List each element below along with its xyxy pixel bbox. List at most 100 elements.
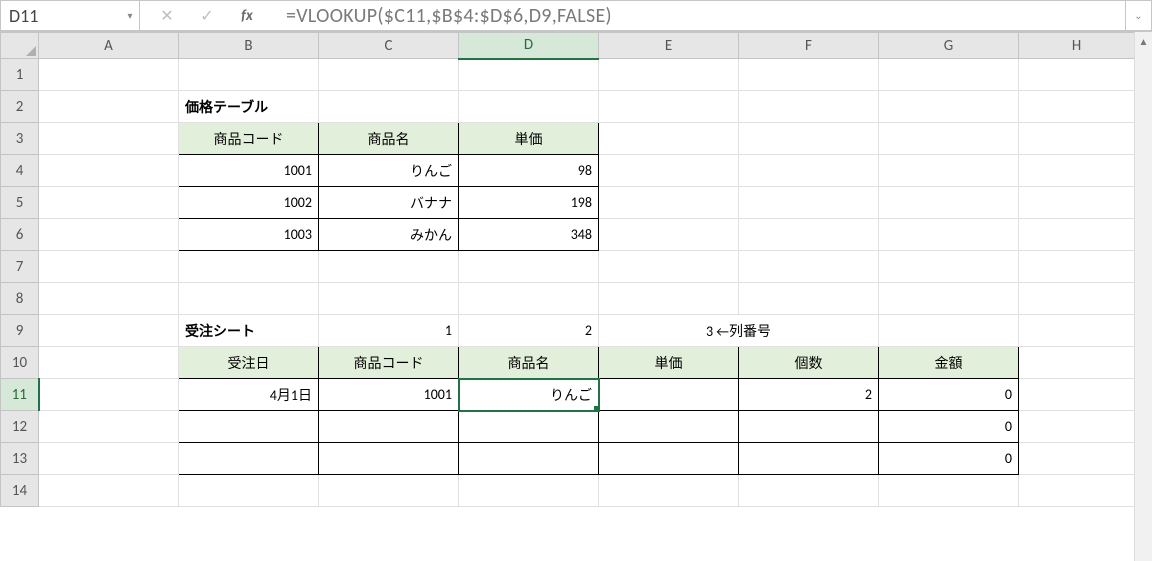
- cell-F4[interactable]: [739, 155, 879, 187]
- cell-D7[interactable]: [459, 251, 599, 283]
- cell-B13[interactable]: [179, 443, 319, 475]
- row-header-5[interactable]: 5: [1, 187, 39, 219]
- cell-B2[interactable]: 価格テーブル: [179, 91, 319, 123]
- cell-B9[interactable]: 受注シート: [179, 315, 319, 347]
- cell-E2[interactable]: [599, 91, 739, 123]
- cell-E12[interactable]: [599, 411, 739, 443]
- cell-H2[interactable]: [1019, 91, 1135, 123]
- cell-H10[interactable]: [1019, 347, 1135, 379]
- cell-D10[interactable]: 商品名: [459, 347, 599, 379]
- cell-E10[interactable]: 単価: [599, 347, 739, 379]
- cell-H11[interactable]: [1019, 379, 1135, 411]
- cell-D2[interactable]: [459, 91, 599, 123]
- cell-B1[interactable]: [179, 59, 319, 91]
- cell-E6[interactable]: [599, 219, 739, 251]
- spreadsheet-grid[interactable]: A B C D E F G H 1 2 価格テーブル 3 商品コード 商品名: [0, 32, 1152, 507]
- cell-D12[interactable]: [459, 411, 599, 443]
- cell-A5[interactable]: [39, 187, 179, 219]
- cell-B3[interactable]: 商品コード: [179, 123, 319, 155]
- cell-D11[interactable]: りんご: [459, 379, 599, 411]
- cell-A1[interactable]: [39, 59, 179, 91]
- cell-G14[interactable]: [879, 475, 1019, 507]
- cell-H14[interactable]: [1019, 475, 1135, 507]
- cell-C4[interactable]: りんご: [319, 155, 459, 187]
- cell-B5[interactable]: 1002: [179, 187, 319, 219]
- cancel-icon[interactable]: ✕: [158, 7, 176, 25]
- cell-A12[interactable]: [39, 411, 179, 443]
- cell-A2[interactable]: [39, 91, 179, 123]
- cell-C9[interactable]: 1: [319, 315, 459, 347]
- cell-F12[interactable]: [739, 411, 879, 443]
- row-header-12[interactable]: 12: [1, 411, 39, 443]
- cell-A9[interactable]: [39, 315, 179, 347]
- cell-A8[interactable]: [39, 283, 179, 315]
- cell-G11[interactable]: 0: [879, 379, 1019, 411]
- cell-C6[interactable]: みかん: [319, 219, 459, 251]
- cell-B8[interactable]: [179, 283, 319, 315]
- cell-D9[interactable]: 2: [459, 315, 599, 347]
- cell-E13[interactable]: [599, 443, 739, 475]
- cell-F5[interactable]: [739, 187, 879, 219]
- cell-D13[interactable]: [459, 443, 599, 475]
- cell-B6[interactable]: 1003: [179, 219, 319, 251]
- cell-E9[interactable]: 3 ←列番号: [599, 315, 879, 347]
- cell-C14[interactable]: [319, 475, 459, 507]
- cell-H3[interactable]: [1019, 123, 1135, 155]
- cell-E14[interactable]: [599, 475, 739, 507]
- scroll-up-icon[interactable]: ▲: [1135, 32, 1152, 50]
- cell-D1[interactable]: [459, 59, 599, 91]
- cell-G4[interactable]: [879, 155, 1019, 187]
- cell-H7[interactable]: [1019, 251, 1135, 283]
- col-header-C[interactable]: C: [319, 33, 459, 59]
- row-header-10[interactable]: 10: [1, 347, 39, 379]
- col-header-A[interactable]: A: [39, 33, 179, 59]
- cell-A14[interactable]: [39, 475, 179, 507]
- cell-F1[interactable]: [739, 59, 879, 91]
- cell-F3[interactable]: [739, 123, 879, 155]
- cell-C3[interactable]: 商品名: [319, 123, 459, 155]
- enter-icon[interactable]: ✓: [198, 7, 216, 25]
- col-header-D[interactable]: D: [459, 33, 599, 59]
- cell-H4[interactable]: [1019, 155, 1135, 187]
- cell-A10[interactable]: [39, 347, 179, 379]
- name-box[interactable]: D11 ▾: [0, 0, 140, 31]
- cell-A11[interactable]: [39, 379, 179, 411]
- cell-D6[interactable]: 348: [459, 219, 599, 251]
- cell-H9[interactable]: [1019, 315, 1135, 347]
- formula-bar-expand-icon[interactable]: ⌄: [1126, 0, 1152, 31]
- col-header-F[interactable]: F: [739, 33, 879, 59]
- cell-F14[interactable]: [739, 475, 879, 507]
- cell-H13[interactable]: [1019, 443, 1135, 475]
- cell-C1[interactable]: [319, 59, 459, 91]
- cell-E1[interactable]: [599, 59, 739, 91]
- cell-A6[interactable]: [39, 219, 179, 251]
- cell-F10[interactable]: 個数: [739, 347, 879, 379]
- cell-B14[interactable]: [179, 475, 319, 507]
- cell-G13[interactable]: 0: [879, 443, 1019, 475]
- cell-G12[interactable]: 0: [879, 411, 1019, 443]
- row-header-7[interactable]: 7: [1, 251, 39, 283]
- cell-E7[interactable]: [599, 251, 739, 283]
- cell-B11[interactable]: 4月1日: [179, 379, 319, 411]
- cell-G1[interactable]: [879, 59, 1019, 91]
- cell-C5[interactable]: バナナ: [319, 187, 459, 219]
- cell-F11[interactable]: 2: [739, 379, 879, 411]
- cell-D8[interactable]: [459, 283, 599, 315]
- cell-F7[interactable]: [739, 251, 879, 283]
- row-header-9[interactable]: 9: [1, 315, 39, 347]
- cell-G10[interactable]: 金額: [879, 347, 1019, 379]
- cell-D5[interactable]: 198: [459, 187, 599, 219]
- cell-E4[interactable]: [599, 155, 739, 187]
- row-header-2[interactable]: 2: [1, 91, 39, 123]
- cell-C10[interactable]: 商品コード: [319, 347, 459, 379]
- cell-H12[interactable]: [1019, 411, 1135, 443]
- fx-icon[interactable]: fx: [238, 7, 256, 25]
- col-header-E[interactable]: E: [599, 33, 739, 59]
- cell-F6[interactable]: [739, 219, 879, 251]
- vertical-scrollbar[interactable]: ▲: [1134, 32, 1152, 561]
- cell-G3[interactable]: [879, 123, 1019, 155]
- row-header-8[interactable]: 8: [1, 283, 39, 315]
- cell-H8[interactable]: [1019, 283, 1135, 315]
- cell-G2[interactable]: [879, 91, 1019, 123]
- cell-B10[interactable]: 受注日: [179, 347, 319, 379]
